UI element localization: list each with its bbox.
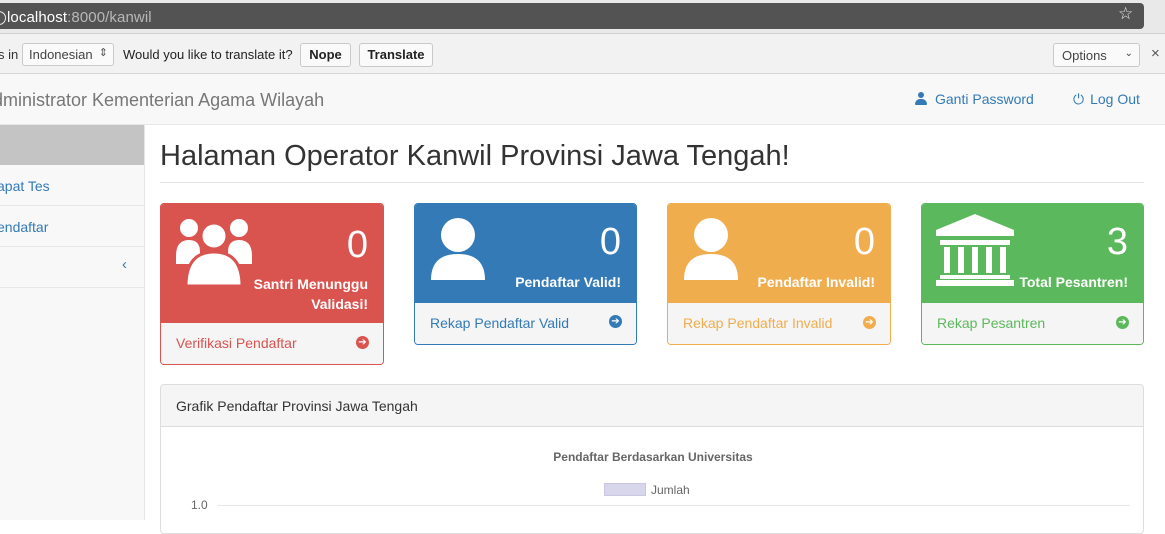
power-icon: ⏻ xyxy=(1073,91,1085,107)
arrow-circle-right-icon: ➔ xyxy=(609,315,622,328)
arrow-circle-right-icon: ➔ xyxy=(863,316,876,329)
sidebar: apat Tes endaftar ‹ xyxy=(0,125,145,520)
log-out-label: Log Out xyxy=(1090,91,1140,107)
sidebar-collapse[interactable]: ‹ xyxy=(0,247,144,288)
panel-caption: Total Pesantren! xyxy=(1019,272,1128,292)
url-path: :8000/kanwil xyxy=(67,9,152,26)
ganti-password-label: Ganti Password xyxy=(935,91,1034,107)
panel-pendaftar-valid: 0 Pendaftar Valid! Rekap Pendaftar Valid… xyxy=(414,203,637,345)
browser-address-bar: i localhost:8000/kanwil ☆ xyxy=(0,0,1165,34)
panel-heading: 3 Total Pesantren! xyxy=(922,204,1143,303)
panel-heading: 0 Santri Menunggu Validasi! xyxy=(161,204,383,323)
panel-heading: 0 Pendaftar Valid! xyxy=(415,204,636,303)
rekap-pendaftar-invalid-link[interactable]: Rekap Pendaftar Invalid xyxy=(683,315,832,331)
panel-count: 3 xyxy=(1106,221,1128,263)
chevron-left-icon[interactable]: ‹ xyxy=(122,256,127,273)
log-out-link[interactable]: ⏻ Log Out xyxy=(1073,91,1140,108)
panel-caption: Santri Menunggu Validasi! xyxy=(254,274,368,314)
panel-count: 0 xyxy=(346,224,368,266)
panel-caption-line: Pendaftar Valid! xyxy=(515,274,621,290)
ganti-password-link[interactable]: Ganti Password xyxy=(915,91,1034,107)
rekap-pesantren-link[interactable]: Rekap Pesantren xyxy=(937,315,1045,331)
url-host: localhost xyxy=(7,9,68,26)
sidebar-item-label: apat Tes xyxy=(0,178,50,194)
panel-caption: Pendaftar Valid! xyxy=(515,272,621,292)
user-icon xyxy=(915,92,927,105)
options-select-value: Options xyxy=(1062,48,1107,63)
chevron-down-icon: ⌄ xyxy=(1124,48,1133,59)
options-select[interactable]: Options ⌄ xyxy=(1053,43,1140,67)
nope-button[interactable]: Nope xyxy=(300,43,351,67)
y-tick-label: 1.0 xyxy=(191,498,208,512)
updown-icon: ⇕ xyxy=(98,47,108,59)
verifikasi-pendaftar-link[interactable]: Verifikasi Pendaftar xyxy=(176,335,297,351)
url-text[interactable]: localhost:8000/kanwil xyxy=(7,9,152,26)
info-icon[interactable]: i xyxy=(0,11,6,25)
institution-icon xyxy=(936,214,1014,286)
panel-footer-link[interactable]: Rekap Pendaftar Valid ➔ xyxy=(415,303,636,344)
arrow-circle-right-icon: ➔ xyxy=(356,336,369,349)
panel-caption: Pendaftar Invalid! xyxy=(758,272,875,292)
chart-panel-heading: Grafik Pendaftar Provinsi Jawa Tengah xyxy=(161,385,1143,427)
panel-footer-link[interactable]: Rekap Pesantren ➔ xyxy=(922,303,1143,344)
star-icon[interactable]: ☆ xyxy=(1118,4,1133,24)
navbar-brand[interactable]: dministrator Kementerian Agama Wilayah xyxy=(0,90,324,111)
sidebar-item-pendaftar[interactable]: endaftar xyxy=(0,206,144,247)
sidebar-item-label: endaftar xyxy=(0,219,49,235)
panel-pendaftar-invalid: 0 Pendaftar Invalid! Rekap Pendaftar Inv… xyxy=(667,203,891,345)
user-icon xyxy=(684,218,738,280)
sidebar-item-tempat-tes[interactable]: apat Tes xyxy=(0,165,144,206)
user-icon xyxy=(431,218,485,280)
chart-title: Pendaftar Berdasarkan Universitas xyxy=(553,450,753,464)
page-title: Halaman Operator Kanwil Provinsi Jawa Te… xyxy=(160,140,790,172)
panel-count: 0 xyxy=(599,221,621,263)
sidebar-active-item[interactable] xyxy=(0,125,144,165)
translate-question: Would you like to translate it? xyxy=(123,47,293,62)
panel-count: 0 xyxy=(853,221,875,263)
panel-caption-line: Pendaftar Invalid! xyxy=(757,274,875,290)
panel-footer-link[interactable]: Rekap Pendaftar Invalid ➔ xyxy=(668,303,890,344)
panel-caption-line: Validasi! xyxy=(311,296,368,312)
translate-bar: s in Indonesian ⇕ Would you like to tran… xyxy=(0,34,1165,74)
url-box[interactable]: i localhost:8000/kanwil xyxy=(0,3,1144,29)
title-divider xyxy=(160,182,1144,183)
close-icon[interactable]: × xyxy=(1151,45,1160,62)
panel-footer-link[interactable]: Verifikasi Pendaftar ➔ xyxy=(161,323,383,364)
legend-label[interactable]: Jumlah xyxy=(651,483,690,497)
language-select[interactable]: Indonesian ⇕ xyxy=(22,43,114,66)
translate-button[interactable]: Translate xyxy=(359,43,433,67)
rekap-pendaftar-valid-link[interactable]: Rekap Pendaftar Valid xyxy=(430,315,569,331)
translate-prefix-text: s in xyxy=(0,47,19,62)
language-select-value: Indonesian xyxy=(29,47,93,62)
chart-panel: Grafik Pendaftar Provinsi Jawa Tengah Pe… xyxy=(160,384,1144,534)
panel-menunggu-validasi: 0 Santri Menunggu Validasi! Verifikasi Pe… xyxy=(160,203,384,365)
users-icon xyxy=(176,219,252,286)
panel-total-pesantren: 3 Total Pesantren! Rekap Pesantren ➔ xyxy=(921,203,1144,345)
arrow-circle-right-icon: ➔ xyxy=(1116,316,1129,329)
top-navbar: dministrator Kementerian Agama Wilayah G… xyxy=(0,74,1165,125)
panel-heading: 0 Pendaftar Invalid! xyxy=(668,204,890,303)
grid-line xyxy=(218,505,1130,506)
panel-caption-line: Santri Menunggu xyxy=(253,276,368,292)
panel-caption-line: Total Pesantren! xyxy=(1019,274,1128,290)
legend-swatch[interactable] xyxy=(604,483,646,496)
